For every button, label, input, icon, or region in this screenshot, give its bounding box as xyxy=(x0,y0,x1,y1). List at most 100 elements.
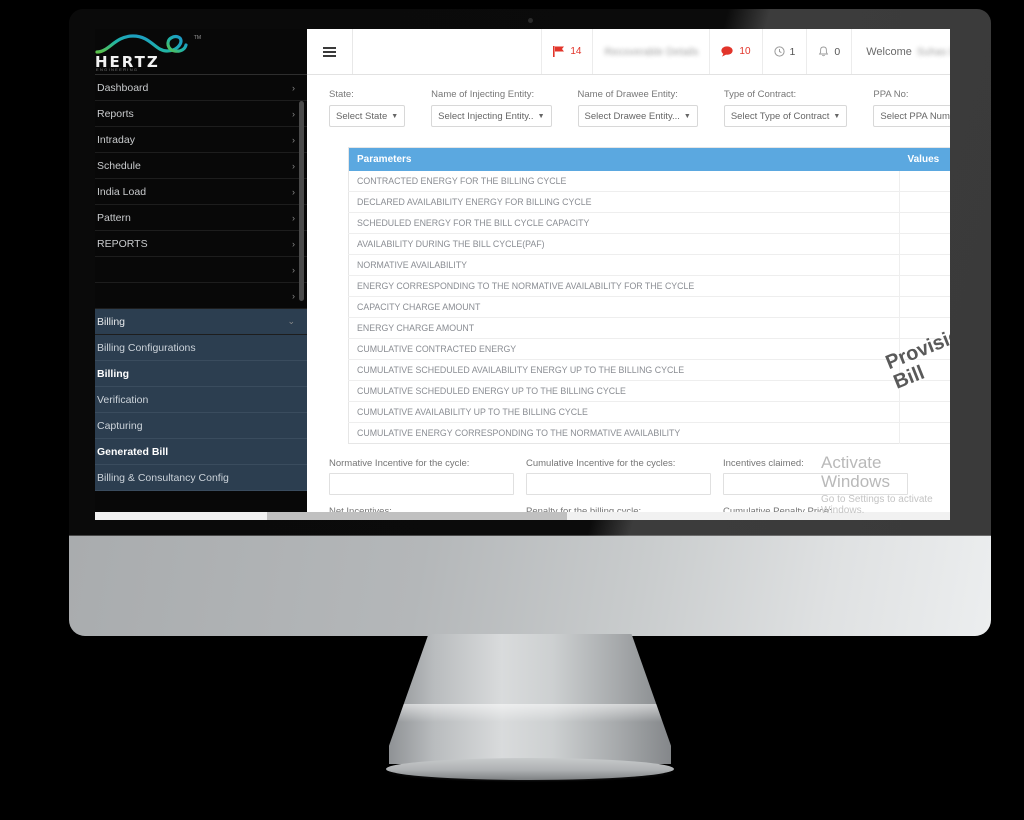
incentives-claimed-field[interactable] xyxy=(723,473,908,495)
sidebar-item-label: Schedule xyxy=(97,159,141,172)
sidebar-item-label: Intraday xyxy=(97,133,135,146)
clock-notification[interactable]: 1 xyxy=(761,29,807,74)
sidebar-group-billing[interactable]: Billing ⌄ xyxy=(95,309,307,335)
cell-parameter: CAPACITY CHARGE AMOUNT xyxy=(348,296,900,318)
sidebar-item-billing-configurations[interactable]: Billing Configurations xyxy=(95,335,307,361)
normative-incentive-field[interactable] xyxy=(329,473,514,495)
ppa-number-select[interactable]: Select PPA Number ▼ xyxy=(873,105,950,127)
hertz-wave-icon xyxy=(95,33,188,54)
table-row[interactable]: CUMULATIVE ENERGY CORRESPONDING TO THE N… xyxy=(348,422,951,444)
contract-type-select[interactable]: Select Type of Contract ▼ xyxy=(723,105,848,127)
drawee-entity-select[interactable]: Select Drawee Entity... ▼ xyxy=(577,105,698,127)
table-row[interactable]: SCHEDULED ENERGY FOR THE BILL CYCLE CAPA… xyxy=(348,212,950,234)
monitor-stand-neck xyxy=(389,634,671,764)
user-welcome[interactable]: Welcome Suhas Borse xyxy=(851,29,950,74)
filter-label: Type of Contract: xyxy=(723,89,797,100)
webcam-icon xyxy=(528,18,533,23)
table-row[interactable]: ENERGY CORRESPONDING TO THE NORMATIVE AV… xyxy=(348,275,950,297)
flag-notification[interactable]: 14 xyxy=(541,29,592,74)
cell-parameter: ENERGY CHARGE AMOUNT xyxy=(348,317,900,339)
filter-label: State: xyxy=(329,89,354,100)
table-row[interactable]: CONTRACTED ENERGY FOR THE BILLING CYCLE xyxy=(348,171,950,192)
table-row[interactable]: CAPACITY CHARGE AMOUNT xyxy=(348,296,950,318)
cell-value xyxy=(899,191,950,213)
filter-row: State: Select State ▼ Name of Injecting … xyxy=(329,89,950,127)
injecting-entity-select[interactable]: Select Injecting Entity.. ▼ xyxy=(431,105,552,127)
sidebar-group-label: Billing xyxy=(97,315,126,328)
filter-drawee-entity: Name of Drawee Entity: Select Drawee Ent… xyxy=(577,89,698,127)
brand-logo[interactable]: HERTZ ENGINEERING TM xyxy=(95,29,307,75)
redacted-header-item[interactable]: Recoverable Details xyxy=(592,29,709,74)
sidebar-item-schedule[interactable]: Schedule › xyxy=(95,153,307,179)
redacted-label: Recoverable Details xyxy=(604,45,699,58)
sidebar-item-label: Dashboard xyxy=(97,81,149,94)
flag-count: 14 xyxy=(570,46,582,57)
sidebar-item-pattern[interactable]: Pattern › xyxy=(95,205,307,231)
field-normative-incentive: Normative Incentive for the cycle: xyxy=(329,458,526,495)
cell-parameter: ENERGY CORRESPONDING TO THE NORMATIVE AV… xyxy=(348,275,900,297)
sidebar-item-reports[interactable]: Reports › xyxy=(95,101,307,127)
table-row[interactable]: DECLARED AVAILABILITY ENERGY FOR BILLING… xyxy=(348,191,950,213)
cell-value xyxy=(899,275,950,297)
chevron-down-icon: ▼ xyxy=(683,112,691,120)
web-application: HERTZ ENGINEERING TM Dashboard › Reports… xyxy=(95,29,950,520)
sidebar-item-capturing[interactable]: Capturing xyxy=(95,413,307,439)
top-header-bar: 14 Recoverable Details 10 1 0 Welcome Su… xyxy=(307,29,950,75)
sidebar-item-9[interactable]: › xyxy=(95,283,307,309)
chevron-right-icon: › xyxy=(292,108,295,119)
cell-value xyxy=(899,359,950,381)
sidebar-item-reports-caps[interactable]: REPORTS › xyxy=(95,231,307,257)
chevron-down-icon: ▼ xyxy=(833,112,841,120)
table-row[interactable]: CUMULATIVE CONTRACTED ENERGY xyxy=(348,338,950,360)
monitor-scene: HERTZ ENGINEERING TM Dashboard › Reports… xyxy=(0,0,1024,820)
cell-parameter: DECLARED AVAILABILITY ENERGY FOR BILLING… xyxy=(348,191,900,213)
field-incentives-claimed: Incentives claimed: xyxy=(723,458,920,495)
sidebar-item-label: Billing & Consultancy Config xyxy=(97,471,229,484)
billing-panel: State: Select State ▼ Name of Injecting … xyxy=(307,75,950,520)
table-row[interactable]: CUMULATIVE SCHEDULED AVAILABILITY ENERGY… xyxy=(348,359,950,381)
cell-value xyxy=(899,254,950,276)
bell-icon xyxy=(819,46,829,57)
sidebar-item-generated-bill[interactable]: Generated Bill xyxy=(95,439,307,465)
clock-icon xyxy=(773,46,785,57)
horizontal-scrollbar-track[interactable] xyxy=(95,512,950,520)
cumulative-incentive-field[interactable] xyxy=(526,473,711,495)
incentives-penalties-form: Normative Incentive for the cycle: Cumul… xyxy=(329,458,950,520)
sidebar-item-verification[interactable]: Verification xyxy=(95,387,307,413)
cell-value xyxy=(899,317,950,339)
table-row[interactable]: ENERGY CHARGE AMOUNT xyxy=(348,317,950,339)
table-row[interactable]: CUMULATIVE AVAILABILITY UP TO THE BILLIN… xyxy=(348,401,950,423)
sidebar-item-dashboard[interactable]: Dashboard › xyxy=(95,75,307,101)
select-value: Select Drawee Entity... xyxy=(584,110,680,122)
logo-tagline: ENGINEERING xyxy=(96,66,139,72)
table-row[interactable]: AVAILABILITY DURING THE BILL CYCLE(PAF) xyxy=(348,233,950,255)
hamburger-menu-icon[interactable] xyxy=(307,29,353,74)
field-cumulative-incentive: Cumulative Incentive for the cycles: xyxy=(526,458,723,495)
filter-label: Name of Drawee Entity: xyxy=(577,89,678,100)
cell-parameter: CUMULATIVE CONTRACTED ENERGY xyxy=(348,338,900,360)
chevron-right-icon: › xyxy=(292,212,295,223)
chevron-down-icon: ▼ xyxy=(537,112,545,120)
filter-label: Name of Injecting Entity: xyxy=(431,89,535,100)
horizontal-scrollbar-thumb[interactable] xyxy=(267,512,567,520)
bell-notification[interactable]: 0 xyxy=(806,29,851,74)
chevron-right-icon: › xyxy=(292,82,295,93)
chat-notification[interactable]: 10 xyxy=(709,29,761,74)
select-value: Select Type of Contract xyxy=(730,110,830,122)
sidebar-item-label: Reports xyxy=(97,107,134,120)
table-row[interactable]: NORMATIVE AVAILABILITY xyxy=(348,254,950,276)
welcome-label: Welcome xyxy=(866,45,912,58)
sidebar-item-billing-consultancy-config[interactable]: Billing & Consultancy Config xyxy=(95,465,307,491)
table-row[interactable]: CUMULATIVE SCHEDULED ENERGY UP TO THE BI… xyxy=(348,380,950,402)
filter-label: PPA No: xyxy=(873,89,909,100)
state-select[interactable]: Select State ▼ xyxy=(329,105,406,127)
cell-parameter: CUMULATIVE SCHEDULED AVAILABILITY ENERGY… xyxy=(348,359,900,381)
cell-value xyxy=(899,338,950,360)
screen-viewport: HERTZ ENGINEERING TM Dashboard › Reports… xyxy=(95,29,950,520)
sidebar-item-billing[interactable]: Billing xyxy=(95,361,307,387)
sidebar-item-india-load[interactable]: India Load › xyxy=(95,179,307,205)
chat-bubble-icon xyxy=(721,46,734,57)
sidebar-item-8[interactable]: › xyxy=(95,257,307,283)
sidebar-scrollbar[interactable] xyxy=(299,101,304,301)
sidebar-item-intraday[interactable]: Intraday › xyxy=(95,127,307,153)
